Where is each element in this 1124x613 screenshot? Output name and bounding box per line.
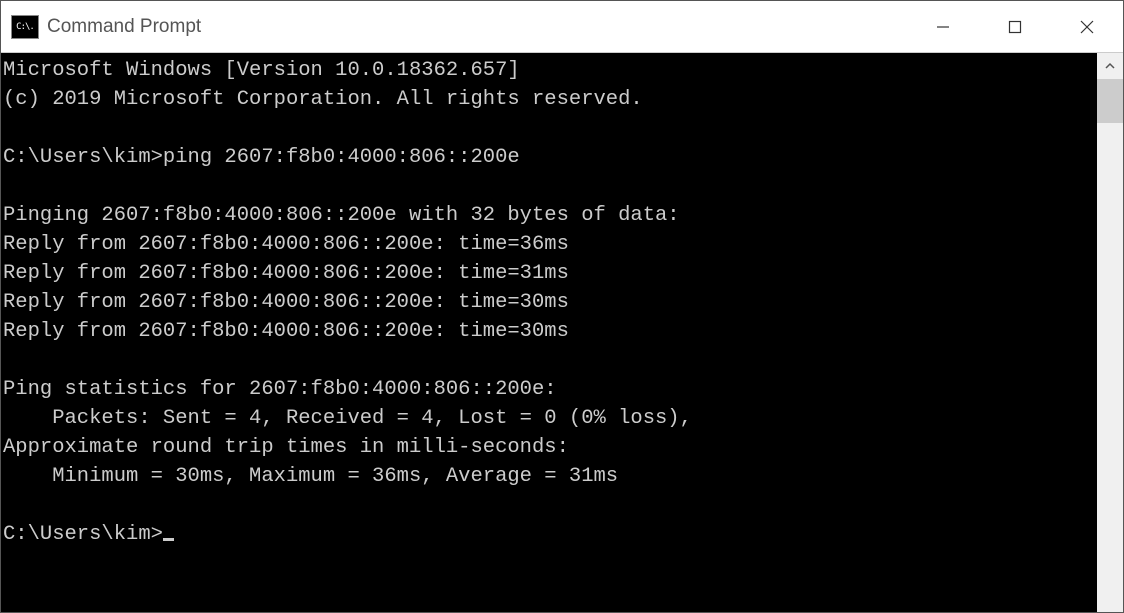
terminal-line: Ping statistics for 2607:f8b0:4000:806::… [3,378,557,401]
terminal-line: Reply from 2607:f8b0:4000:806::200e: tim… [3,291,569,314]
terminal-line: Minimum = 30ms, Maximum = 36ms, Average … [3,465,618,488]
maximize-button[interactable] [979,1,1051,52]
terminal-line: Reply from 2607:f8b0:4000:806::200e: tim… [3,262,569,285]
terminal-line: (c) 2019 Microsoft Corporation. All righ… [3,88,643,111]
scroll-thumb[interactable] [1097,79,1123,123]
terminal-line: Microsoft Windows [Version 10.0.18362.65… [3,59,520,82]
command-prompt-window: C:\. Command Prompt Microsoft Windows [V… [0,0,1124,613]
terminal-line: Packets: Sent = 4, Received = 4, Lost = … [3,407,692,430]
vertical-scrollbar[interactable] [1097,53,1123,612]
command-prompt-icon: C:\. [11,15,39,39]
terminal-output[interactable]: Microsoft Windows [Version 10.0.18362.65… [1,53,1097,612]
terminal-line: Reply from 2607:f8b0:4000:806::200e: tim… [3,233,569,256]
window-title: Command Prompt [47,16,907,38]
close-button[interactable] [1051,1,1123,52]
terminal-line: C:\Users\kim> [3,523,163,546]
minimize-button[interactable] [907,1,979,52]
content-area: Microsoft Windows [Version 10.0.18362.65… [1,53,1123,612]
cursor [163,538,174,541]
terminal-line: Approximate round trip times in milli-se… [3,436,569,459]
terminal-line: C:\Users\kim>ping 2607:f8b0:4000:806::20… [3,146,520,169]
terminal-line: Pinging 2607:f8b0:4000:806::200e with 32… [3,204,680,227]
window-controls [907,1,1123,52]
scroll-up-arrow-icon[interactable] [1097,53,1123,79]
terminal-line: Reply from 2607:f8b0:4000:806::200e: tim… [3,320,569,343]
titlebar[interactable]: C:\. Command Prompt [1,1,1123,53]
